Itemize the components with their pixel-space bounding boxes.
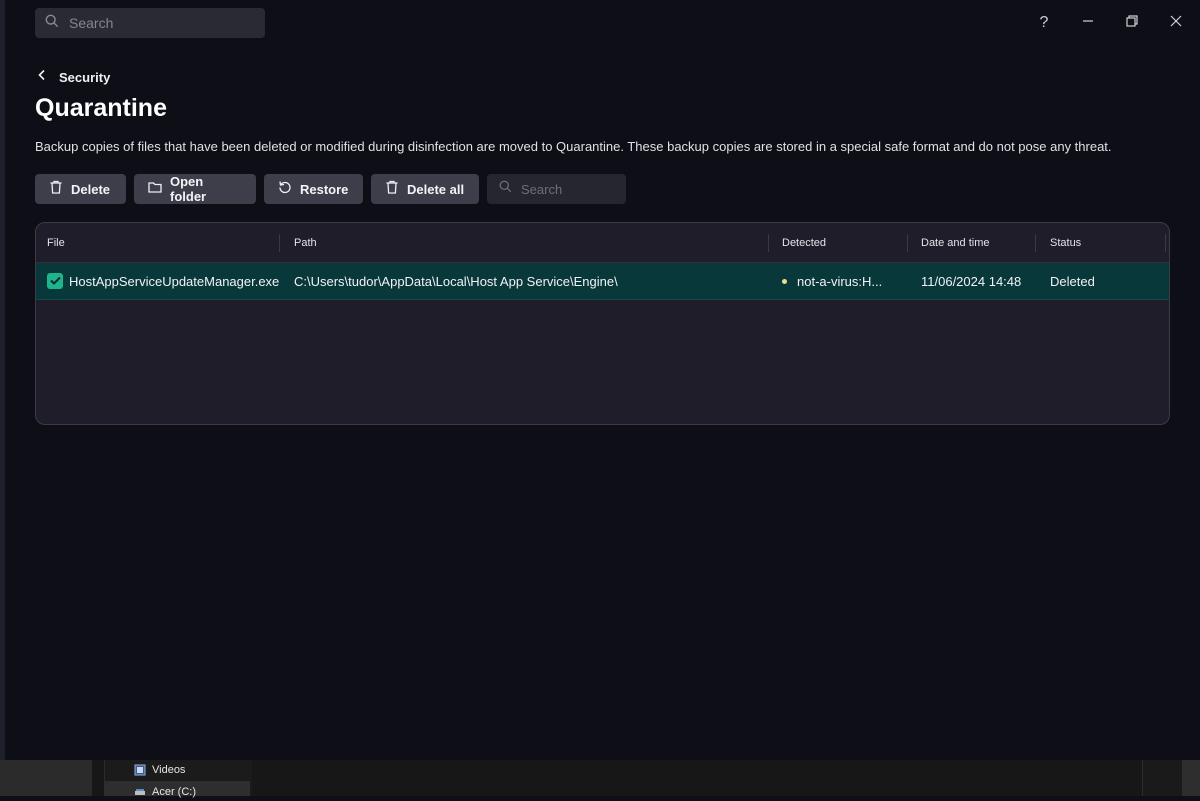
column-header-file[interactable]: File: [47, 223, 65, 263]
tree-item-drive[interactable]: Acer (C:): [134, 783, 196, 801]
row-file: HostAppServiceUpdateManager.exe: [69, 274, 280, 289]
minimize-icon: [1082, 14, 1094, 32]
delete-all-button[interactable]: Delete all: [371, 174, 479, 204]
minimize-button[interactable]: [1073, 8, 1103, 38]
background-explorer: Videos Acer (C:): [0, 760, 1200, 798]
chevron-left-icon: [37, 68, 47, 86]
row-path: C:\Users\tudor\AppData\Local\Host App Se…: [294, 274, 618, 289]
row-status: Deleted: [1050, 274, 1095, 289]
title-bar: Search ?: [5, 0, 1200, 46]
explorer-panel: [0, 760, 92, 796]
column-header-date[interactable]: Date and time: [921, 223, 989, 263]
restore-label: Restore: [300, 181, 349, 197]
trash-icon: [385, 180, 399, 199]
row-datetime: 11/06/2024 14:48: [921, 274, 1022, 289]
quarantine-table: File Path Detected Date and time Status …: [35, 222, 1170, 425]
search-icon: [45, 14, 59, 33]
video-folder-icon: [134, 764, 146, 776]
close-button[interactable]: [1161, 8, 1191, 38]
delete-all-label: Delete all: [407, 181, 465, 197]
detected-dot-icon: [782, 279, 787, 284]
help-button[interactable]: ?: [1029, 8, 1059, 38]
folder-icon: [148, 180, 162, 199]
checkmark-icon: [49, 272, 61, 290]
column-divider[interactable]: [768, 234, 769, 252]
explorer-panel: [1142, 760, 1182, 796]
column-divider[interactable]: [1035, 234, 1036, 252]
delete-label: Delete: [71, 181, 111, 197]
app-window: Search ? Security Quarantine Backup copi: [0, 0, 1200, 760]
column-header-path[interactable]: Path: [294, 223, 317, 263]
page-title: Quarantine: [35, 94, 167, 122]
column-divider[interactable]: [907, 234, 908, 252]
breadcrumb-label: Security: [59, 69, 111, 85]
toolbar: Delete Open folder Restore Delete all Se…: [35, 174, 626, 204]
restore-window-icon: [1126, 14, 1138, 32]
quarantine-search-placeholder: Search: [521, 181, 563, 197]
tree-item-label: Videos: [152, 764, 186, 776]
restore-button[interactable]: Restore: [264, 174, 363, 204]
top-search-input[interactable]: Search: [35, 8, 265, 38]
column-header-detected[interactable]: Detected: [782, 223, 826, 263]
table-row[interactable]: HostAppServiceUpdateManager.exe C:\Users…: [36, 263, 1169, 300]
delete-button[interactable]: Delete: [35, 174, 126, 204]
row-detected: not-a-virus:H...: [797, 274, 883, 289]
row-checkbox[interactable]: [47, 273, 63, 289]
help-icon: ?: [1039, 14, 1049, 31]
quarantine-search-input[interactable]: Search: [487, 174, 626, 204]
column-divider[interactable]: [279, 234, 280, 252]
restore-window-button[interactable]: [1117, 8, 1147, 38]
breadcrumb-back[interactable]: Security: [37, 67, 110, 87]
open-folder-label: Open folder: [170, 174, 207, 204]
open-folder-button[interactable]: Open folder: [134, 174, 256, 204]
restore-icon: [278, 180, 292, 199]
tree-item-label: Acer (C:): [152, 786, 196, 798]
page-description: Backup copies of files that have been de…: [35, 139, 1112, 154]
close-icon: [1170, 14, 1182, 32]
explorer-scrollbar[interactable]: [1182, 760, 1200, 796]
column-divider[interactable]: [1165, 234, 1166, 252]
drive-icon: [134, 786, 146, 798]
search-icon: [499, 180, 512, 198]
top-search-placeholder: Search: [69, 15, 114, 31]
trash-icon: [49, 180, 63, 199]
column-header-status[interactable]: Status: [1050, 223, 1081, 263]
table-header: File Path Detected Date and time Status: [36, 223, 1169, 263]
tree-item-videos[interactable]: Videos: [134, 761, 185, 779]
